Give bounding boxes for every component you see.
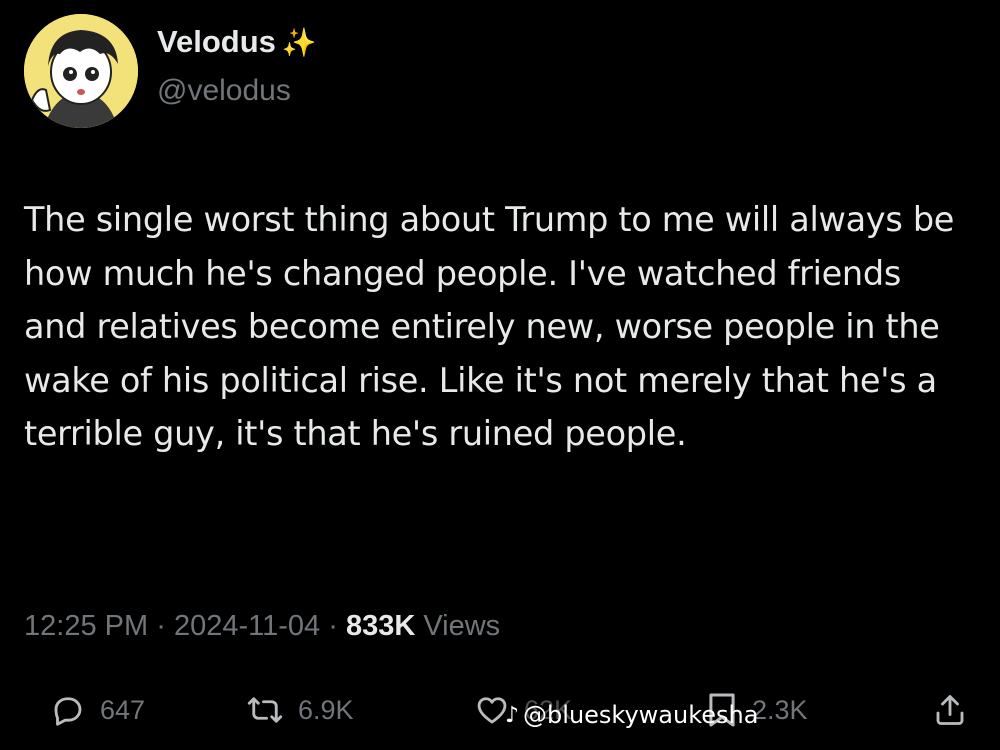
action-bar: 647 6.9K 62K 2.3K — [0, 680, 1000, 740]
tweet-meta: 12:25 PM · 2024-11-04 · 833K Views — [24, 610, 500, 643]
reply-count: 647 — [100, 694, 146, 725]
tiktok-watermark: ♪ @blueskywaukesha — [505, 701, 758, 729]
bookmark-count: 2.3K — [752, 694, 808, 725]
display-name[interactable]: Velodus ✨ — [157, 24, 317, 60]
share-button[interactable] — [932, 680, 968, 740]
meta-separator: · — [156, 610, 166, 642]
tweet-text: The single worst thing about Trump to me… — [24, 200, 955, 453]
views-label: Views — [423, 610, 501, 642]
views-count[interactable]: 833K — [346, 610, 415, 642]
reply-icon — [54, 697, 82, 726]
repost-icon — [247, 697, 283, 723]
sparkles-icon: ✨ — [281, 26, 317, 58]
meta-separator: · — [328, 610, 338, 642]
tweet-date[interactable]: 2024-11-04 — [174, 610, 320, 642]
repost-button[interactable]: 6.9K — [246, 680, 354, 740]
display-name-text: Velodus — [157, 24, 276, 59]
user-handle[interactable]: @velodus — [157, 74, 291, 108]
watermark-text: @blueskywaukesha — [523, 701, 759, 729]
repost-count: 6.9K — [298, 694, 354, 725]
share-icon — [936, 695, 964, 725]
tweet-time[interactable]: 12:25 PM — [24, 610, 148, 642]
tiktok-icon: ♪ — [505, 702, 520, 728]
reply-button[interactable]: 647 — [50, 680, 145, 740]
avatar-illustration — [24, 14, 138, 128]
avatar[interactable] — [24, 14, 138, 128]
